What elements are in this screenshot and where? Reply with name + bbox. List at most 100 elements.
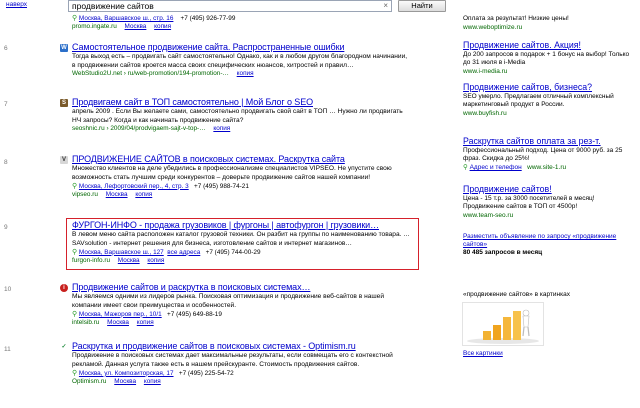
- result-copy-link[interactable]: копия: [137, 319, 154, 326]
- map-pin-icon: ⚲: [72, 310, 78, 318]
- result-snippet: Продвижение в поисковых системах дает ма…: [72, 352, 393, 368]
- result-city-link[interactable]: Москва: [114, 378, 136, 385]
- result-url-line: seoshnic.ru › 2009/04/prodvigaem-sajt-v-…: [72, 125, 412, 132]
- result-city-link[interactable]: Москва: [106, 191, 128, 198]
- site-favicon-icon: W: [60, 44, 68, 52]
- result-address[interactable]: Москва, Лефортовский пер., 4, стр. 3: [79, 183, 189, 190]
- result-title-link[interactable]: ПРОДВИЖЕНИЕ САЙТОВ в поисковых системах.…: [72, 154, 417, 164]
- result-title-link[interactable]: Продвижение сайтов и раскрутка в поисков…: [72, 282, 417, 292]
- result-snippet: В левом меню сайта расположен каталог гр…: [72, 231, 410, 247]
- result-number: 11: [4, 346, 11, 353]
- result-copy-link[interactable]: копия: [135, 191, 152, 198]
- ad-title-link[interactable]: Продвижение сайтов, бизнеса?: [463, 82, 633, 92]
- ad-block: Оплата за результат! Низкие цены! www.we…: [463, 14, 633, 32]
- all-addresses-link[interactable]: все адреса: [167, 249, 200, 256]
- search-result: S Продвигаем сайт в ТОП самостоятельно |…: [60, 97, 412, 132]
- result-copy-link[interactable]: копия: [147, 257, 164, 264]
- result-snippet: Мы являемся одними из лидеров рынка. Пои…: [72, 293, 385, 309]
- result-phone: +7 (495) 225-54-72: [178, 369, 234, 377]
- find-button[interactable]: Найти: [398, 0, 446, 12]
- result-url[interactable]: Optimism.ru: [72, 378, 106, 385]
- result-url-line: Optimism.ru Москва копия: [72, 378, 412, 385]
- result-phone: +7 (495) 926-77-99: [180, 15, 236, 22]
- site-favicon-icon: V: [60, 156, 68, 164]
- site-favicon-icon: ✓: [60, 343, 68, 351]
- search-result: ✓ Раскрутка и продвижение сайтов в поиск…: [60, 341, 412, 385]
- result-url[interactable]: seoshnic.ru › 2009/04/prodvigaem-sajt-v-…: [72, 125, 206, 132]
- result-title-link[interactable]: Раскрутка и продвижение сайтов в поисков…: [72, 341, 417, 351]
- result-number: 6: [4, 45, 8, 52]
- result-address[interactable]: Москва, Мажоров пер., 10/1: [79, 311, 162, 318]
- ad-text: Оплата за результат! Низкие цены!: [463, 15, 569, 22]
- search-input[interactable]: [69, 1, 372, 11]
- site-favicon-icon: i: [60, 284, 68, 292]
- ad-url-line: ⚲ Адрес и телефон www.site-1.ru: [463, 164, 633, 171]
- ad-title-link[interactable]: Продвижение сайтов. Акция!: [463, 40, 633, 50]
- result-address[interactable]: Москва, ул. Композиторская, 17: [79, 370, 174, 377]
- result-title-link[interactable]: Самостоятельное продвижение сайта. Распр…: [72, 42, 417, 52]
- result-url-line: furgon-info.ru Москва копия: [72, 257, 412, 264]
- result-number: 9: [4, 224, 8, 231]
- ad-text: До 200 запросов в подарок + 1 бонус на в…: [463, 51, 630, 67]
- ad-url[interactable]: www.site-1.ru: [527, 164, 566, 171]
- result-address[interactable]: Москва, Варшавское ш., 127: [79, 249, 164, 256]
- ad-title-link[interactable]: Продвижение сайтов!: [463, 184, 633, 194]
- map-pin-icon: ⚲: [72, 369, 78, 377]
- result-meta: ⚲ Москва, Варшавское ш., стр. 16 +7 (495…: [72, 15, 412, 23]
- map-pin-icon: ⚲: [72, 248, 78, 256]
- result-url-line: vipseo.ru Москва копия: [72, 191, 412, 198]
- result-copy-link[interactable]: копия: [154, 23, 171, 30]
- map-pin-icon: ⚲: [72, 182, 78, 190]
- ad-title-link[interactable]: Раскрутка сайтов оплата за рез-т.: [463, 136, 633, 146]
- ad-url[interactable]: www.team-seo.ru: [463, 212, 633, 219]
- bar-graph-illustration-icon: [467, 309, 539, 344]
- result-number: 8: [4, 159, 8, 166]
- result-url[interactable]: promo.ingate.ru: [72, 23, 117, 30]
- ad-block: Продвижение сайтов! Цена - 15 т.р. за 30…: [463, 184, 633, 220]
- result-url-line: WebStudio2U.net › ru/web-promotion/194-p…: [72, 70, 412, 77]
- result-phone: +7 (495) 988-74-21: [194, 182, 249, 190]
- site-favicon-icon: S: [60, 99, 68, 107]
- result-snippet: Множество клиентов на деле убедились в п…: [72, 165, 392, 181]
- ad-text: SEO умерло. Предлагаем отличный комплекс…: [463, 93, 614, 109]
- ad-block: Продвижение сайтов, бизнеса? SEO умерло.…: [463, 82, 633, 118]
- ad-url[interactable]: www.buyfish.ru: [463, 110, 633, 117]
- all-pictures-link[interactable]: Все картинки: [463, 350, 503, 357]
- result-url[interactable]: WebStudio2U.net › ru/web-promotion/194-p…: [72, 70, 229, 77]
- result-snippet: Тогда выход есть – продвигать сайт самос…: [72, 53, 408, 69]
- place-ad-block: Разместить объявление по запросу «продви…: [463, 232, 633, 257]
- result-meta: ⚲ Москва, ул. Композиторская, 17 +7 (495…: [72, 370, 412, 378]
- result-url[interactable]: furgon-info.ru: [72, 257, 110, 264]
- result-url[interactable]: vipseo.ru: [72, 191, 98, 198]
- search-result: ФУРГОН-ИНФО - продажа грузовиков | фурго…: [72, 220, 412, 264]
- result-url-line: promo.ingate.ru Москва копия: [72, 23, 412, 30]
- result-title-link[interactable]: Продвигаем сайт в ТОП самостоятельно | М…: [72, 97, 417, 107]
- result-city-link[interactable]: Москва: [118, 257, 140, 264]
- result-url[interactable]: intelsib.ru: [72, 319, 99, 326]
- ad-url[interactable]: www.i-media.ru: [463, 68, 633, 75]
- result-meta: ⚲ Москва, Лефортовский пер., 4, стр. 3 +…: [72, 183, 412, 191]
- result-address[interactable]: Москва, Варшавское ш., стр. 16: [79, 15, 173, 22]
- picture-thumbnail[interactable]: [462, 302, 544, 346]
- result-copy-link[interactable]: копия: [213, 125, 230, 132]
- ad-block: Продвижение сайтов. Акция! До 200 запрос…: [463, 40, 633, 76]
- result-copy-link[interactable]: копия: [144, 378, 161, 385]
- clear-icon[interactable]: ×: [383, 1, 388, 10]
- pictures-block: «продвижение сайтов» в картинках: [463, 290, 633, 299]
- search-result: ⚲ Москва, Варшавское ш., стр. 16 +7 (495…: [72, 14, 412, 30]
- queries-count: 80 485 запросов в месяц: [463, 249, 543, 257]
- back-to-top-link[interactable]: наверх: [6, 1, 27, 8]
- search-box[interactable]: ×: [68, 0, 392, 12]
- search-result: i Продвижение сайтов и раскрутка в поиск…: [60, 282, 412, 326]
- ad-url[interactable]: www.weboptimize.ru: [463, 24, 633, 31]
- result-title-link[interactable]: ФУРГОН-ИНФО - продажа грузовиков | фурго…: [72, 220, 417, 230]
- ad-block: Раскрутка сайтов оплата за рез-т. Профес…: [463, 136, 633, 172]
- ad-text: Цена - 15 т.р. за 3000 посетителей в мес…: [463, 195, 595, 211]
- result-copy-link[interactable]: копия: [237, 70, 254, 77]
- place-ad-link[interactable]: Разместить объявление по запросу «продви…: [463, 233, 633, 249]
- result-city-link[interactable]: Москва: [107, 319, 129, 326]
- result-number: 7: [4, 101, 8, 108]
- result-city-link[interactable]: Москва: [125, 23, 147, 30]
- ad-contacts-link[interactable]: Адрес и телефон: [470, 164, 522, 171]
- result-phone: +7 (495) 744-00-29: [205, 248, 261, 256]
